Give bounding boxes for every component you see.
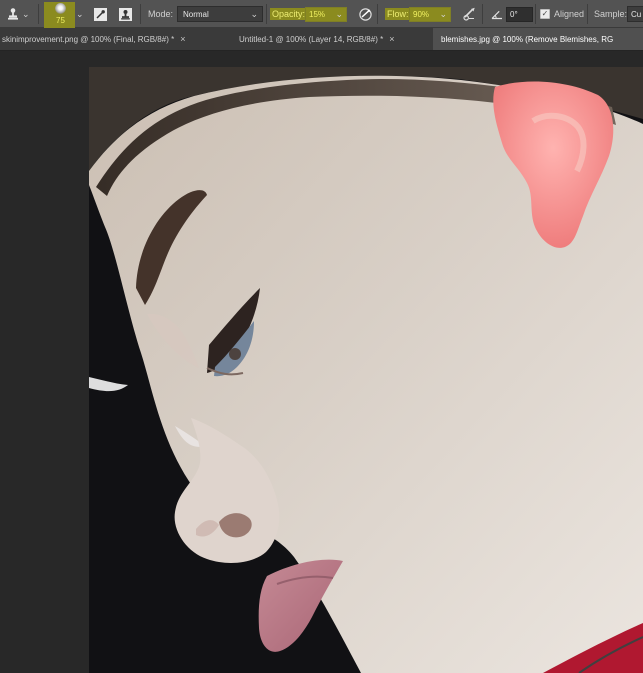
tab-label: Untitled-1 @ 100% (Layer 14, RGB/8#) *: [239, 34, 384, 44]
aligned-label: Aligned: [554, 9, 585, 19]
mode-label: Mode:: [148, 9, 174, 19]
aligned-checkbox[interactable]: ✓ Aligned: [540, 0, 584, 28]
pressure-opacity-button[interactable]: [356, 0, 374, 28]
toolbar-separator: [140, 4, 141, 24]
image-canvas[interactable]: [89, 67, 643, 673]
toolbar-separator: [266, 4, 267, 24]
checkbox-icon: ✓: [540, 9, 550, 19]
document-workspace: [0, 51, 643, 673]
opacity-label: Opacity:: [270, 8, 308, 20]
clone-source-button[interactable]: [116, 0, 134, 28]
tool-preset-picker[interactable]: ⌄: [4, 0, 30, 28]
opacity-field[interactable]: 15% ⌄: [305, 0, 347, 28]
sample-label: Sample:: [594, 9, 628, 19]
opacity-value: 15%: [309, 9, 326, 19]
angle-value: 0°: [510, 9, 518, 19]
close-icon[interactable]: ×: [389, 34, 394, 44]
airbrush-icon: [461, 5, 479, 23]
pressure-opacity-icon: [356, 5, 374, 23]
chevron-down-icon: ⌄: [335, 8, 343, 19]
sample-select[interactable]: Cu: [627, 0, 643, 28]
mode-value: Normal: [183, 9, 209, 19]
tab-label: skinimprovement.png @ 100% (Final, RGB/8…: [2, 34, 175, 44]
toolbar-separator: [377, 4, 378, 24]
brush-preset-dropdown[interactable]: ⌄: [76, 0, 84, 28]
brush-size-value: 75: [56, 16, 65, 25]
airbrush-button[interactable]: [461, 0, 479, 28]
tab-skinimprovement[interactable]: skinimprovement.png @ 100% (Final, RGB/8…: [0, 28, 231, 50]
brush-preset-picker[interactable]: 75: [44, 2, 75, 28]
chevron-down-icon: ⌄: [439, 8, 447, 19]
angle-icon: [488, 5, 506, 23]
sample-value: Cu: [631, 9, 642, 19]
portrait-photo: [89, 67, 643, 673]
photoshop-window: ⌄ 75 ⌄ Mode: Normal ⌄ Opacity: 15% ⌄ Flo…: [0, 0, 643, 673]
clone-stamp-icon: [4, 5, 22, 23]
flow-label: Flow:: [385, 8, 411, 20]
brush-settings-icon: [91, 5, 109, 23]
toolbar-separator: [38, 4, 39, 24]
tab-label: blemishes.jpg @ 100% (Remove Blemishes, …: [441, 34, 614, 44]
angle-field[interactable]: 0°: [506, 0, 533, 28]
toolbar-separator: [535, 4, 536, 24]
brush-settings-button[interactable]: [91, 0, 109, 28]
angle-button[interactable]: [488, 0, 506, 28]
tool-options-bar: ⌄ 75 ⌄ Mode: Normal ⌄ Opacity: 15% ⌄ Flo…: [0, 0, 643, 28]
toolbar-separator: [482, 4, 483, 24]
tab-untitled-1[interactable]: Untitled-1 @ 100% (Layer 14, RGB/8#) * ×: [231, 28, 433, 50]
toolbar-separator: [587, 4, 588, 24]
brush-preset-icon: [55, 3, 66, 14]
chevron-down-icon: ⌄: [250, 8, 258, 19]
flow-value: 90%: [413, 9, 430, 19]
chevron-down-icon: ⌄: [76, 8, 84, 19]
mode-select[interactable]: Normal ⌄: [177, 0, 263, 28]
close-icon[interactable]: ×: [180, 34, 185, 44]
tab-blemishes[interactable]: blemishes.jpg @ 100% (Remove Blemishes, …: [433, 28, 643, 50]
flow-field[interactable]: 90% ⌄: [409, 0, 451, 28]
document-tabs: skinimprovement.png @ 100% (Final, RGB/8…: [0, 28, 643, 51]
chevron-down-icon: ⌄: [22, 8, 30, 19]
clone-source-icon: [116, 5, 134, 23]
